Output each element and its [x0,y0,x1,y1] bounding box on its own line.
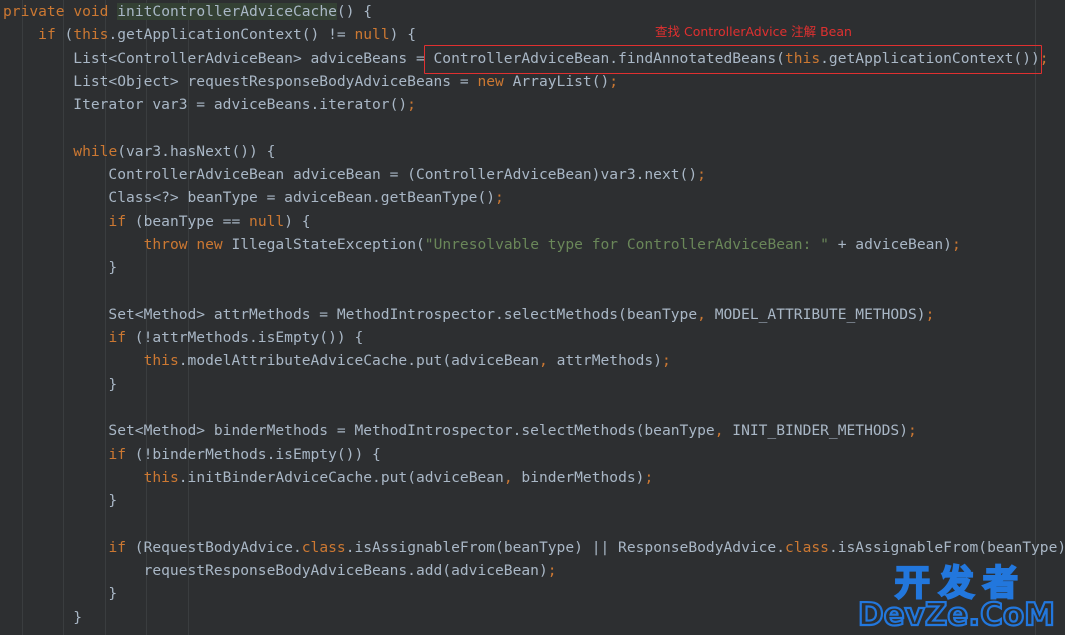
code-line: if (!attrMethods.isEmpty()) { [108,329,364,347]
code-line: Class<?> beanType = adviceBean.getBeanTy… [3,189,504,207]
code-line: if (this.getApplicationContext() != null… [38,26,416,44]
code-line: if (beanType == null) { [108,212,311,230]
code-line: if (!binderMethods.isEmpty()) { [108,445,381,463]
code-line: throw new IllegalStateException("Unresol… [143,235,961,253]
code-line: List<ControllerAdviceBean> adviceBeans =… [3,49,1049,67]
code-line: } [3,375,118,393]
site-watermark: 开发者 DevZe.CoM [857,564,1056,633]
code-line: private void initControllerAdviceCache()… [3,3,373,20]
code-line: this.initBinderAdviceCache.put(adviceBea… [143,468,654,486]
source-code-block[interactable]: private void initControllerAdviceCache()… [0,0,1065,629]
code-line: Iterator var3 = adviceBeans.iterator(); [3,96,416,114]
code-line: } [3,259,118,277]
code-editor-view: private void initControllerAdviceCache()… [0,0,1065,635]
code-line: ControllerAdviceBean adviceBean = (Contr… [3,166,706,184]
code-line: this.modelAttributeAdviceCache.put(advic… [143,352,671,370]
watermark-domain-text: DevZe.CoM [857,597,1056,633]
code-line: } [3,492,118,510]
code-line: Set<Method> attrMethods = MethodIntrospe… [3,305,935,323]
code-line: List<Object> requestResponseBodyAdviceBe… [3,72,619,90]
code-line: if (RequestBodyAdvice.class.isAssignable… [108,538,1065,556]
code-line: Set<Method> binderMethods = MethodIntros… [3,422,917,440]
annotation-label: 查找 ControllerAdvice 注解 Bean [655,24,852,39]
code-line: while(var3.hasNext()) { [73,142,276,160]
